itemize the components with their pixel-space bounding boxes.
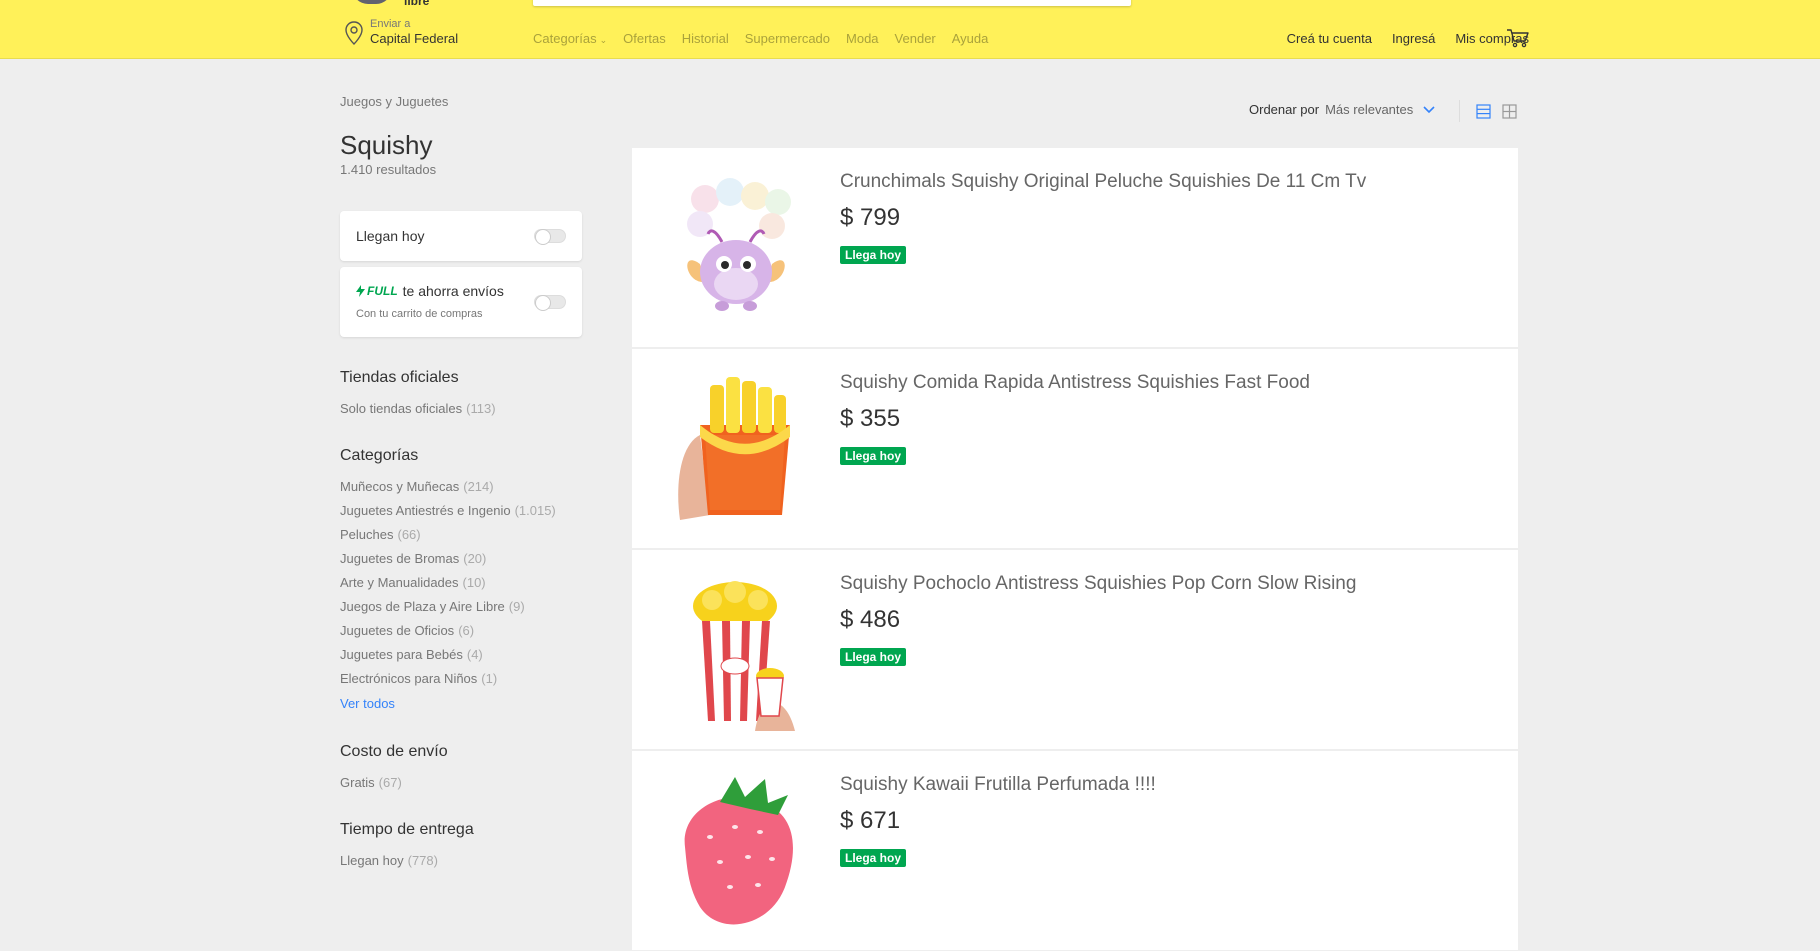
- filter-arrive-today[interactable]: Llegan hoy: [340, 211, 582, 261]
- results-count: 1.410 resultados: [340, 162, 437, 177]
- cart-icon[interactable]: [1506, 28, 1530, 48]
- header: libre Enviar a Capital Federal Categoría…: [0, 0, 1820, 59]
- category-link[interactable]: Muñecos y Muñecas (214): [340, 479, 494, 494]
- grid-view-icon[interactable]: [1502, 104, 1517, 119]
- result-item[interactable]: Squishy Kawaii Frutilla Perfumada !!!! $…: [632, 751, 1518, 951]
- nav-historial[interactable]: Historial: [682, 31, 729, 46]
- location-label: Enviar a: [370, 18, 411, 30]
- category-link[interactable]: Arte y Manualidades (10): [340, 575, 486, 590]
- result-item[interactable]: Squishy Pochoclo Antistress Squishies Po…: [632, 550, 1518, 750]
- product-title[interactable]: Crunchimals Squishy Original Peluche Squ…: [840, 171, 1366, 193]
- product-price: $ 355: [840, 405, 901, 432]
- delivery-badge: Llega hoy: [840, 246, 907, 264]
- categories-title: Categorías: [340, 447, 419, 464]
- logo-icon[interactable]: [352, 0, 392, 4]
- product-title[interactable]: Squishy Kawaii Frutilla Perfumada !!!!: [840, 774, 1156, 796]
- product-title[interactable]: Squishy Comida Rapida Antistress Squishi…: [840, 372, 1310, 394]
- category-link[interactable]: Juguetes Antiestrés e Ingenio (1.015): [340, 503, 556, 518]
- delivery-badge: Llega hoy: [840, 648, 907, 666]
- nav-vender[interactable]: Vender: [895, 31, 936, 46]
- nav-ayuda[interactable]: Ayuda: [952, 31, 989, 46]
- product-title[interactable]: Squishy Pochoclo Antistress Squishies Po…: [840, 573, 1356, 595]
- delivery-time-title: Tiempo de entrega: [340, 821, 474, 838]
- full-shipping-toggle[interactable]: [534, 295, 566, 311]
- nav-categorias[interactable]: Categorías ⌄: [533, 31, 607, 46]
- official-stores-link[interactable]: Solo tiendas oficiales (113): [340, 401, 496, 416]
- view-all-categories-link[interactable]: Ver todos: [340, 696, 395, 711]
- arrive-today-link[interactable]: Llegan hoy (778): [340, 853, 438, 868]
- full-badge: FULL: [356, 284, 398, 298]
- location-pin-icon: [345, 20, 363, 45]
- filter-arrive-today-label: Llegan hoy: [356, 228, 425, 244]
- result-item[interactable]: Squishy Comida Rapida Antistress Squishi…: [632, 349, 1518, 549]
- user-links: Creá tu cuenta Ingresá Mis compras: [1287, 31, 1529, 46]
- list-view-icon[interactable]: [1476, 104, 1491, 119]
- logo-text[interactable]: libre: [404, 0, 429, 8]
- product-image[interactable]: [660, 365, 810, 533]
- main-nav: Categorías ⌄ Ofertas Historial Supermerca…: [533, 31, 988, 46]
- product-image[interactable]: [660, 767, 810, 935]
- view-divider: [1459, 100, 1460, 122]
- nav-ofertas[interactable]: Ofertas: [623, 31, 666, 46]
- category-link[interactable]: Electrónicos para Niños (1): [340, 671, 497, 686]
- filter-full-shipping[interactable]: FULL te ahorra envíos Con tu carrito de …: [340, 267, 582, 337]
- location-selector[interactable]: Enviar a Capital Federal: [344, 18, 458, 47]
- sort-selector[interactable]: Ordenar por Más relevantes: [1249, 102, 1435, 117]
- shipping-cost-title: Costo de envío: [340, 743, 448, 760]
- product-price: $ 486: [840, 606, 901, 633]
- delivery-badge: Llega hoy: [840, 447, 907, 465]
- category-link[interactable]: Juguetes de Oficios (6): [340, 623, 474, 638]
- location-value: Capital Federal: [370, 31, 459, 46]
- product-image[interactable]: [660, 164, 810, 332]
- login-link[interactable]: Ingresá: [1392, 31, 1435, 46]
- result-item[interactable]: Crunchimals Squishy Original Peluche Squ…: [632, 148, 1518, 348]
- product-price: $ 799: [840, 204, 901, 231]
- full-sublabel: Con tu carrito de compras: [356, 308, 483, 320]
- chevron-down-icon: [1423, 105, 1435, 113]
- search-input[interactable]: [533, 0, 1131, 6]
- nav-moda[interactable]: Moda: [846, 31, 879, 46]
- category-link[interactable]: Juguetes de Bromas (20): [340, 551, 486, 566]
- breadcrumb[interactable]: Juegos y Juguetes: [340, 94, 448, 109]
- page-title: Squishy: [340, 130, 433, 160]
- delivery-badge: Llega hoy: [840, 849, 907, 867]
- category-link[interactable]: Juguetes para Bebés (4): [340, 647, 483, 662]
- create-account-link[interactable]: Creá tu cuenta: [1287, 31, 1372, 46]
- nav-supermercado[interactable]: Supermercado: [745, 31, 830, 46]
- official-stores-title: Tiendas oficiales: [340, 369, 459, 386]
- sort-value: Más relevantes: [1325, 102, 1414, 117]
- product-price: $ 671: [840, 807, 901, 834]
- free-shipping-link[interactable]: Gratis (67): [340, 775, 402, 790]
- category-link[interactable]: Peluches (66): [340, 527, 421, 542]
- sort-label: Ordenar por: [1249, 102, 1320, 117]
- full-label: te ahorra envíos: [402, 283, 504, 299]
- category-link[interactable]: Juegos de Plaza y Aire Libre (9): [340, 599, 525, 614]
- lightning-icon: [356, 285, 365, 297]
- arrive-today-toggle[interactable]: [534, 229, 566, 245]
- product-image[interactable]: [660, 566, 810, 734]
- chevron-down-icon: ⌄: [599, 35, 608, 45]
